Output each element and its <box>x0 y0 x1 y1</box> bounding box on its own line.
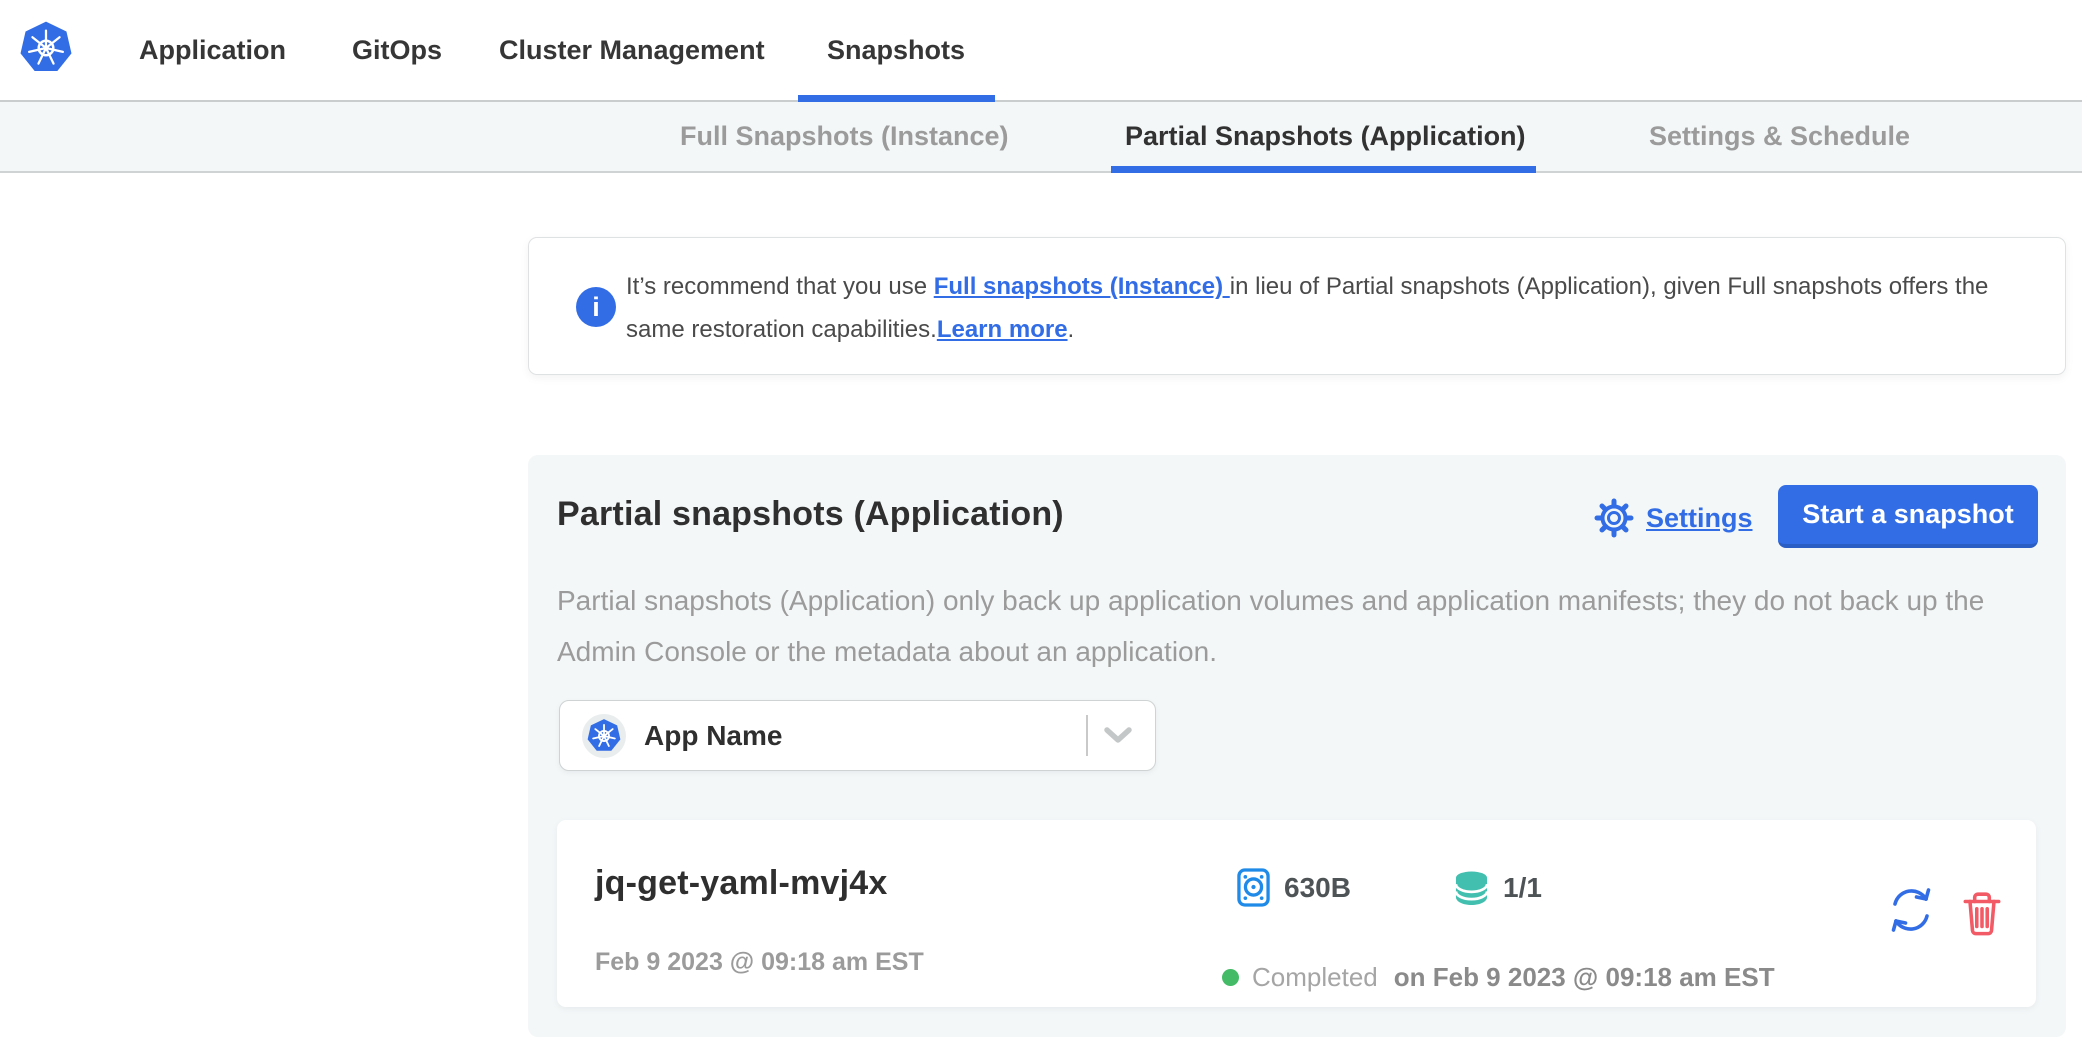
app-select-value: App Name <box>644 720 782 752</box>
delete-snapshot-icon[interactable] <box>1961 890 2003 938</box>
snapshot-name: jq-get-yaml-mvj4x <box>595 864 887 903</box>
settings-label: Settings <box>1646 503 1753 534</box>
tab-full-snapshots-instance[interactable]: Full Snapshots (Instance) <box>680 102 1009 171</box>
info-banner: i It’s recommend that you use Full snaps… <box>528 237 2066 375</box>
nav-item-gitops[interactable]: GitOps <box>352 0 442 100</box>
status-label: Completed <box>1252 962 1378 993</box>
dropdown-divider <box>1086 715 1088 756</box>
disk-size-icon <box>1237 868 1270 907</box>
tab-label: Full Snapshots (Instance) <box>680 121 1009 152</box>
nav-item-snapshots[interactable]: Snapshots <box>827 0 965 100</box>
kubernetes-logo-icon[interactable] <box>18 20 74 76</box>
gear-icon <box>1594 498 1634 538</box>
tab-label: Settings & Schedule <box>1649 121 1910 152</box>
snapshot-size-value: 630B <box>1284 872 1351 904</box>
snapshot-created-date: Feb 9 2023 @ 09:18 am EST <box>595 948 924 977</box>
panel-title: Partial snapshots (Application) <box>557 495 1064 534</box>
chevron-down-icon <box>1103 727 1133 745</box>
snapshot-status: Completed on Feb 9 2023 @ 09:18 am EST <box>1222 962 1775 993</box>
nav-item-cluster-management[interactable]: Cluster Management <box>499 0 765 100</box>
admin-console-page: Application GitOps Cluster Management Sn… <box>0 0 2082 1056</box>
info-icon-glyph: i <box>592 292 600 323</box>
tab-label: Partial Snapshots (Application) <box>1125 121 1526 152</box>
database-volumes-icon <box>1453 870 1490 905</box>
snapshot-size: 630B <box>1237 868 1351 907</box>
start-snapshot-button[interactable]: Start a snapshot <box>1778 485 2038 548</box>
snapshot-volumes: 1/1 <box>1453 870 1542 905</box>
snapshot-volumes-value: 1/1 <box>1503 872 1542 904</box>
kubernetes-app-icon <box>582 714 626 758</box>
status-detail: on Feb 9 2023 @ 09:18 am EST <box>1394 962 1775 993</box>
partial-snapshots-panel: Partial snapshots (Application) Settings <box>528 455 2066 1037</box>
info-icon: i <box>576 287 616 327</box>
app-name-dropdown[interactable]: App Name <box>559 700 1156 771</box>
nav-label: GitOps <box>352 35 442 66</box>
nav-label: Application <box>139 35 286 66</box>
nav-label: Snapshots <box>827 35 965 66</box>
status-dot-icon <box>1222 969 1239 986</box>
tab-partial-snapshots-application[interactable]: Partial Snapshots (Application) <box>1125 102 1526 171</box>
nav-label: Cluster Management <box>499 35 765 66</box>
top-nav: Application GitOps Cluster Management Sn… <box>0 0 2082 102</box>
panel-description: Partial snapshots (Application) only bac… <box>557 575 2036 677</box>
tab-settings-schedule[interactable]: Settings & Schedule <box>1649 102 1910 171</box>
learn-more-link[interactable]: Learn more <box>937 316 1068 343</box>
info-banner-text: It’s recommend that you use Full snapsho… <box>626 265 2046 351</box>
nav-item-application[interactable]: Application <box>139 0 286 100</box>
restore-snapshot-icon[interactable] <box>1885 884 1937 936</box>
snapshots-tab-bar: Full Snapshots (Instance) Partial Snapsh… <box>0 102 2082 173</box>
full-snapshots-instance-link[interactable]: Full snapshots (Instance) <box>934 273 1230 300</box>
snapshot-row: jq-get-yaml-mvj4x Feb 9 2023 @ 09:18 am … <box>557 820 2036 1007</box>
settings-link[interactable]: Settings <box>1594 498 1753 538</box>
info-text-segment: It’s recommend that you use <box>626 273 934 300</box>
info-text-segment: . <box>1068 316 1075 343</box>
